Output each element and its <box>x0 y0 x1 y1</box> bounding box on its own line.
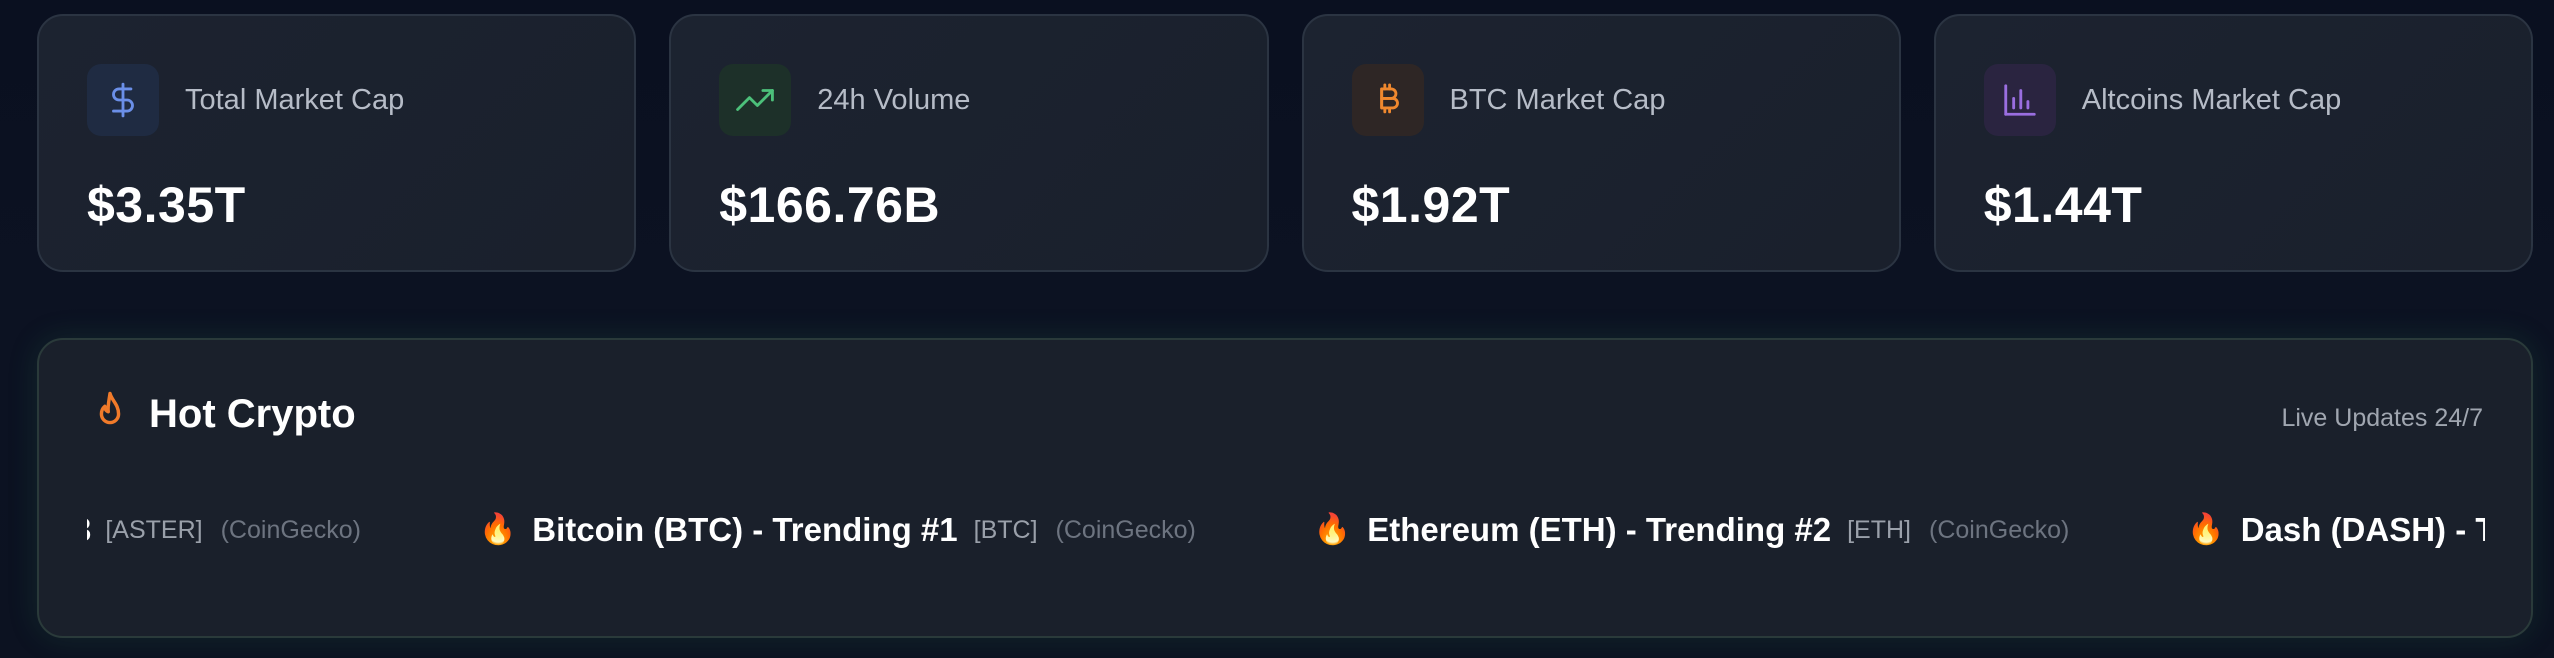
stat-value: $166.76B <box>719 177 941 233</box>
trending-up-icon <box>719 64 792 136</box>
stat-header: Altcoins Market Cap <box>1983 64 2342 136</box>
ticker-item-source: (CoinGecko) <box>1055 515 1196 544</box>
stat-label: Altcoins Market Cap <box>2081 83 2342 116</box>
ticker-item[interactable]: 🔥 Dash (DASH) - T <box>2187 511 2485 549</box>
stat-label: 24h Volume <box>817 83 971 116</box>
stat-card-btc-market-cap: BTC Market Cap $1.92T <box>1301 14 1901 272</box>
live-updates-label: Live Updates 24/7 <box>2281 404 2483 432</box>
hot-crypto-header: Hot Crypto <box>89 390 356 438</box>
stat-header: Total Market Cap <box>87 64 404 136</box>
hot-crypto-title: Hot Crypto <box>149 391 356 436</box>
ticker-item-source: (CoinGecko) <box>220 515 361 544</box>
stat-header: 24h Volume <box>719 64 970 136</box>
trending-ticker: 3 [ASTER] (CoinGecko) 🔥 Bitcoin (BTC) - … <box>87 502 2485 558</box>
bitcoin-icon <box>1351 64 1424 136</box>
stats-row: Total Market Cap $3.35T 24h Volume $166.… <box>37 14 2533 274</box>
ticker-item-title: 3 <box>87 511 91 549</box>
ticker-item-symbol: [BTC] <box>973 515 1038 544</box>
stat-value: $3.35T <box>87 177 246 233</box>
fire-icon: 🔥 <box>2187 513 2225 546</box>
bar-chart-icon <box>1983 64 2056 136</box>
ticker-item-symbol: [ASTER] <box>105 515 203 544</box>
stat-label: BTC Market Cap <box>1449 83 1666 116</box>
ticker-item[interactable]: 🔥 Ethereum (ETH) - Trending #2 [ETH] (Co… <box>1314 511 2069 549</box>
ticker-item[interactable]: 3 [ASTER] (CoinGecko) <box>87 511 361 549</box>
hot-crypto-panel: Hot Crypto Live Updates 24/7 3 [ASTER] (… <box>37 338 2533 638</box>
flame-icon <box>99 391 121 425</box>
stat-card-total-market-cap: Total Market Cap $3.35T <box>37 14 637 272</box>
stat-card-24h-volume: 24h Volume $166.76B <box>669 14 1269 272</box>
ticker-item[interactable]: 🔥 Bitcoin (BTC) - Trending #1 [BTC] (Coi… <box>479 511 1196 549</box>
ticker-item-symbol: [ETH] <box>1847 515 1912 544</box>
ticker-item-title: Bitcoin (BTC) - Trending #1 <box>532 511 958 548</box>
ticker-item-title: Dash (DASH) - T <box>2240 511 2485 548</box>
dollar-icon <box>87 64 159 136</box>
stat-value: $1.92T <box>1351 177 1511 233</box>
ticker-track: 3 [ASTER] (CoinGecko) 🔥 Bitcoin (BTC) - … <box>87 502 2485 558</box>
ticker-item-title: Ethereum (ETH) - Trending #2 <box>1367 511 1832 548</box>
stat-header: BTC Market Cap <box>1351 64 1666 136</box>
stat-value: $1.44T <box>1983 177 2143 233</box>
ticker-item-source: (CoinGecko) <box>1929 515 2070 544</box>
fire-icon: 🔥 <box>1313 513 1352 546</box>
fire-icon: 🔥 <box>478 513 517 546</box>
stat-label: Total Market Cap <box>185 83 405 116</box>
stat-card-altcoins-market-cap: Altcoins Market Cap $1.44T <box>1933 14 2533 272</box>
